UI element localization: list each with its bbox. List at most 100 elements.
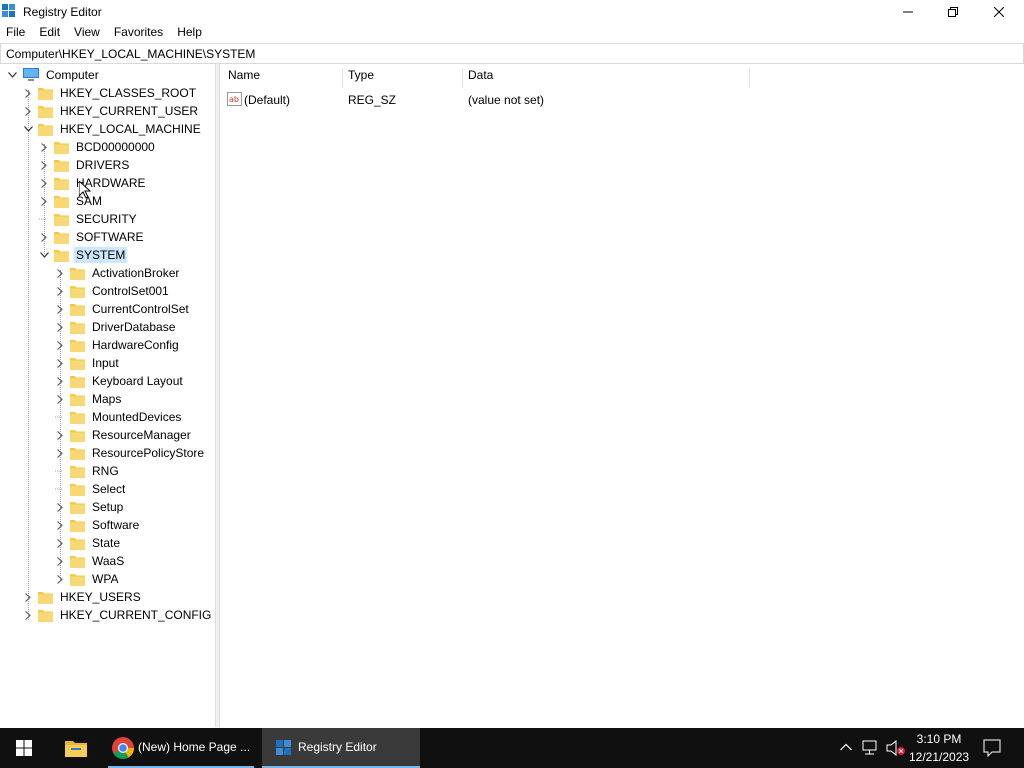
chevron-right-icon[interactable] [54,372,66,390]
folder-icon [70,483,85,496]
chevron-right-icon[interactable] [54,318,66,336]
tree-item-driverdatabase[interactable]: DriverDatabase [54,318,177,336]
folder-icon [38,591,53,604]
chevron-right-icon[interactable] [54,444,66,462]
tree-item-currentcontrolset[interactable]: CurrentControlSet [54,300,191,318]
tree-item-maps[interactable]: Maps [54,390,123,408]
window-title: Registry Editor [23,5,102,19]
chevron-down-icon[interactable] [22,120,34,138]
tree-label: MountedDevices [92,410,182,424]
clock-date[interactable]: 12/21/2023 [909,750,969,764]
menu-view[interactable]: View [68,23,106,42]
menu-edit[interactable]: Edit [33,23,66,42]
tree-item-bcd00000000[interactable]: BCD00000000 [38,138,157,156]
chevron-right-icon[interactable] [54,426,66,444]
chevron-right-icon[interactable] [22,606,34,624]
menu-help[interactable]: Help [171,23,208,42]
tree-connector [54,480,66,498]
tree-item-controlset001[interactable]: ControlSet001 [54,282,171,300]
taskbar-app-chrome[interactable]: (New) Home Page ... [104,728,258,768]
tree-item-waas[interactable]: WaaS [54,552,126,570]
chevron-right-icon[interactable] [54,552,66,570]
file-explorer-button[interactable] [52,728,98,768]
column-header-type[interactable]: Type [348,68,374,88]
tree-item-hkey-current-user[interactable]: HKEY_CURRENT_USER [22,102,200,120]
start-button[interactable] [0,728,48,768]
chevron-up-icon[interactable] [840,743,852,751]
taskbar: (New) Home Page ... Registry Editor 3:10… [0,728,1024,768]
folder-icon [70,303,85,316]
tree-item-rng[interactable]: RNG [54,462,121,480]
chevron-right-icon[interactable] [54,498,66,516]
folder-icon [70,519,85,532]
folder-icon [70,447,85,460]
value-type: REG_SZ [348,93,397,107]
tree-connector [38,210,50,228]
tree-label: Computer [46,68,99,82]
tree-item-hkey-local-machine[interactable]: HKEY_LOCAL_MACHINE [22,120,203,138]
chevron-right-icon[interactable] [54,516,66,534]
tree-item-hkey-users[interactable]: HKEY_USERS [22,588,143,606]
tree-item-keyboard-layout[interactable]: Keyboard Layout [54,372,185,390]
chevron-right-icon[interactable] [54,264,66,282]
minimize-button[interactable] [885,0,931,23]
tree-item-software[interactable]: SOFTWARE [38,228,146,246]
tree-item-sam[interactable]: SAM [38,192,104,210]
tree-item-hkey-classes-root[interactable]: HKEY_CLASSES_ROOT [22,84,198,102]
tree-item-computer[interactable]: Computer [6,66,101,84]
tree-item-state[interactable]: State [54,534,122,552]
chevron-right-icon[interactable] [38,228,50,246]
chevron-right-icon[interactable] [22,588,34,606]
tree-item-hardwareconfig[interactable]: HardwareConfig [54,336,181,354]
taskbar-app-registry-editor[interactable]: Registry Editor [262,728,420,768]
tree-item-security[interactable]: SECURITY [38,210,139,228]
menu-file[interactable]: File [0,23,31,42]
close-button[interactable] [976,0,1022,23]
taskbar-app-label: Registry Editor [298,740,377,754]
folder-icon [70,393,85,406]
tree-item-resourcepolicystore[interactable]: ResourcePolicyStore [54,444,206,462]
chevron-right-icon[interactable] [54,354,66,372]
chevron-right-icon[interactable] [54,534,66,552]
values-list[interactable]: Name Type Data ab (Default) REG_SZ (valu… [220,64,1024,727]
tree-item-drivers[interactable]: DRIVERS [38,156,131,174]
chevron-right-icon[interactable] [22,84,34,102]
chevron-right-icon[interactable] [38,156,50,174]
list-item[interactable]: ab (Default) REG_SZ (value not set) [220,91,1020,109]
tree-item-activationbroker[interactable]: ActivationBroker [54,264,181,282]
tree-item-hkey-current-config[interactable]: HKEY_CURRENT_CONFIG [22,606,213,624]
tree-label: Maps [92,392,122,406]
clock-time[interactable]: 3:10 PM [909,732,969,746]
chevron-right-icon[interactable] [54,570,66,588]
tree-label: CurrentControlSet [92,302,189,316]
tree-item-software[interactable]: Software [54,516,141,534]
menu-favorites[interactable]: Favorites [108,23,169,42]
column-header-name[interactable]: Name [228,68,260,88]
tree-item-select[interactable]: Select [54,480,127,498]
restore-button[interactable] [930,0,976,23]
tree-item-resourcemanager[interactable]: ResourceManager [54,426,193,444]
tree-item-system[interactable]: SYSTEM [38,246,128,264]
chevron-right-icon[interactable] [38,138,50,156]
tree-item-hardware[interactable]: HARDWARE [38,174,148,192]
column-header-data[interactable]: Data [468,68,493,88]
network-icon[interactable] [862,740,880,756]
chevron-right-icon[interactable] [38,174,50,192]
tree-item-setup[interactable]: Setup [54,498,125,516]
chevron-right-icon[interactable] [54,390,66,408]
tree-item-mounteddevices[interactable]: MountedDevices [54,408,183,426]
chevron-down-icon[interactable] [38,246,50,264]
address-bar[interactable]: Computer\HKEY_LOCAL_MACHINE\SYSTEM [0,43,1024,64]
notification-icon[interactable] [983,739,1001,757]
volume-muted-icon[interactable] [886,740,906,756]
tree-item-input[interactable]: Input [54,354,121,372]
chevron-right-icon[interactable] [38,192,50,210]
tree-label: ResourcePolicyStore [92,446,205,460]
chevron-down-icon[interactable] [6,66,18,84]
chevron-right-icon[interactable] [54,336,66,354]
tree-pane[interactable]: Computer HKEY_CLASSES_ROOT HKEY_CURRENT_… [0,64,216,727]
chevron-right-icon[interactable] [54,300,66,318]
chevron-right-icon[interactable] [22,102,34,120]
chevron-right-icon[interactable] [54,282,66,300]
tree-item-wpa[interactable]: WPA [54,570,120,588]
